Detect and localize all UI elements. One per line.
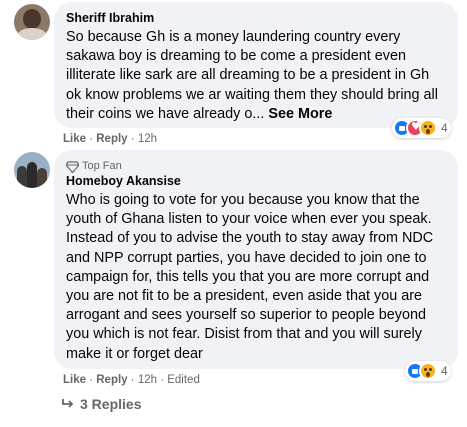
comment-body: Who is going to vote for you because you… (66, 192, 434, 362)
top-fan-label: Top Fan (82, 160, 122, 172)
avatar-sheriff-ibrahim[interactable] (14, 4, 50, 40)
comment-actions: Like · Reply · 12h · Edited (63, 374, 200, 386)
separator: · (130, 374, 138, 386)
like-button[interactable]: Like (63, 133, 86, 145)
avatar-figure (17, 166, 27, 188)
comment-body: So because Gh is a money laundering coun… (66, 29, 438, 122)
avatar-figure (27, 162, 37, 188)
reply-button[interactable]: Reply (96, 374, 127, 386)
view-replies-button[interactable]: 3 Replies (62, 396, 141, 412)
comment-bubble-1: Sheriff Ibrahim So because Gh is a money… (54, 2, 458, 128)
comment-author[interactable]: Homeboy Akansise (66, 173, 446, 189)
reply-button[interactable]: Reply (96, 133, 127, 145)
reaction-summary[interactable]: 4 (405, 361, 451, 381)
comment-actions: Like · Reply · 12h (63, 133, 157, 145)
timestamp[interactable]: 12h (138, 374, 157, 386)
like-button[interactable]: Like (63, 374, 86, 386)
avatar-body (17, 28, 47, 40)
separator: · (130, 133, 138, 145)
reply-arrow-icon (62, 399, 74, 408)
replies-count: 3 Replies (80, 396, 142, 412)
avatar-homeboy-akansise[interactable] (14, 152, 50, 188)
avatar-face (23, 9, 41, 29)
wow-icon (419, 119, 437, 137)
diamond-icon (66, 160, 79, 173)
timestamp[interactable]: 12h (138, 133, 157, 145)
comment-author[interactable]: Sheriff Ibrahim (66, 10, 446, 26)
edited-label: Edited (167, 374, 200, 386)
see-more-link[interactable]: See More (268, 106, 332, 122)
avatar-figure (37, 168, 47, 188)
reaction-summary[interactable]: 4 (392, 118, 451, 138)
top-fan-badge[interactable]: Top Fan (66, 160, 446, 173)
reaction-count: 4 (441, 121, 448, 135)
comment-text: So because Gh is a money laundering coun… (66, 28, 446, 124)
wow-icon (419, 362, 437, 380)
reaction-count: 4 (441, 364, 448, 378)
comment-bubble-2: Top Fan Homeboy Akansise Who is going to… (54, 150, 458, 369)
